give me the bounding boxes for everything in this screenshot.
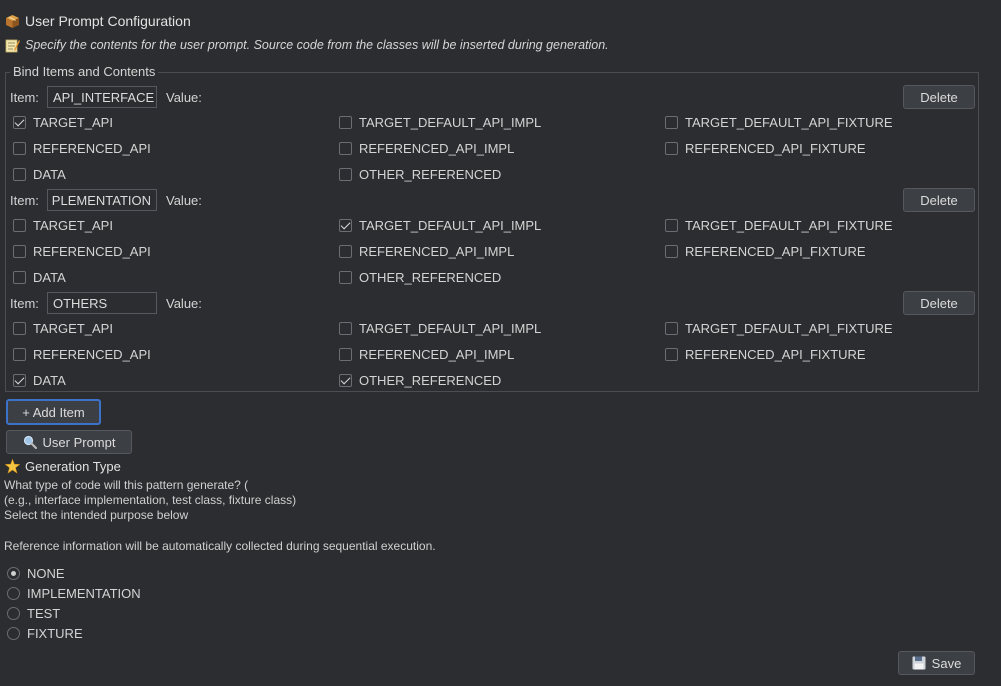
item-label: Item: <box>10 296 39 311</box>
item-name-input[interactable]: OTHERS <box>47 292 157 314</box>
bind-items-legend: Bind Items and Contents <box>10 64 159 79</box>
user-prompt-button[interactable]: User Prompt <box>6 430 132 454</box>
checkbox-data[interactable]: DATA <box>13 166 66 182</box>
page-description-row: Specify the contents for the user prompt… <box>5 36 609 54</box>
checkbox-data[interactable]: DATA <box>13 372 66 388</box>
generation-note: Reference information will be automatica… <box>4 539 436 553</box>
delete-item-button[interactable]: Delete <box>903 85 975 109</box>
memo-icon <box>5 38 20 53</box>
item-name-input[interactable]: API_INTERFACE <box>47 86 157 108</box>
checkbox-target-api[interactable]: TARGET_API <box>13 114 113 130</box>
package-icon <box>5 14 20 29</box>
checkbox-other-referenced[interactable]: OTHER_REFERENCED <box>339 166 501 182</box>
checkbox-referenced-api-impl[interactable]: REFERENCED_API_IMPL <box>339 243 514 259</box>
checkbox-referenced-api[interactable]: REFERENCED_API <box>13 346 151 362</box>
radio-fixture[interactable]: FIXTURE <box>7 625 83 641</box>
page-title: User Prompt Configuration <box>25 13 191 29</box>
checkbox-target-default-api-fixture[interactable]: TARGET_DEFAULT_API_FIXTURE <box>665 217 893 233</box>
value-label: Value: <box>166 90 202 105</box>
checkbox-referenced-api[interactable]: REFERENCED_API <box>13 243 151 259</box>
checkbox-target-default-api-impl[interactable]: TARGET_DEFAULT_API_IMPL <box>339 217 541 233</box>
radio-none[interactable]: NONE <box>7 565 65 581</box>
checkbox-target-default-api-impl[interactable]: TARGET_DEFAULT_API_IMPL <box>339 320 541 336</box>
checkbox-referenced-api-fixture[interactable]: REFERENCED_API_FIXTURE <box>665 243 866 259</box>
floppy-disk-icon <box>912 656 926 670</box>
generation-examples: (e.g., interface implementation, test cl… <box>4 493 297 507</box>
page-title-row: User Prompt Configuration <box>5 12 191 30</box>
generation-question: What type of code will this pattern gene… <box>4 478 249 492</box>
page-description: Specify the contents for the user prompt… <box>25 38 609 52</box>
checkbox-target-default-api-impl[interactable]: TARGET_DEFAULT_API_IMPL <box>339 114 541 130</box>
magnifier-icon <box>23 435 37 450</box>
item-name-input[interactable]: PLEMENTATION <box>47 189 157 211</box>
value-label: Value: <box>166 296 202 311</box>
radio-test[interactable]: TEST <box>7 605 60 621</box>
checkbox-referenced-api-fixture[interactable]: REFERENCED_API_FIXTURE <box>665 346 866 362</box>
checkbox-other-referenced[interactable]: OTHER_REFERENCED <box>339 372 501 388</box>
checkbox-target-default-api-fixture[interactable]: TARGET_DEFAULT_API_FIXTURE <box>665 320 893 336</box>
checkbox-target-api[interactable]: TARGET_API <box>13 217 113 233</box>
save-button[interactable]: Save <box>898 651 975 675</box>
checkbox-target-api[interactable]: TARGET_API <box>13 320 113 336</box>
checkbox-referenced-api-fixture[interactable]: REFERENCED_API_FIXTURE <box>665 140 866 156</box>
delete-item-button[interactable]: Delete <box>903 291 975 315</box>
checkbox-referenced-api-impl[interactable]: REFERENCED_API_IMPL <box>339 140 514 156</box>
checkbox-target-default-api-fixture[interactable]: TARGET_DEFAULT_API_FIXTURE <box>665 114 893 130</box>
generation-type-title: Generation Type <box>25 458 121 474</box>
item-label: Item: <box>10 90 39 105</box>
delete-item-button[interactable]: Delete <box>903 188 975 212</box>
generation-instruction: Select the intended purpose below <box>4 508 189 522</box>
value-label: Value: <box>166 193 202 208</box>
checkbox-other-referenced[interactable]: OTHER_REFERENCED <box>339 269 501 285</box>
checkbox-referenced-api-impl[interactable]: REFERENCED_API_IMPL <box>339 346 514 362</box>
checkbox-referenced-api[interactable]: REFERENCED_API <box>13 140 151 156</box>
checkbox-data[interactable]: DATA <box>13 269 66 285</box>
radio-implementation[interactable]: IMPLEMENTATION <box>7 585 141 601</box>
item-label: Item: <box>10 193 39 208</box>
generation-type-header: Generation Type <box>4 457 121 475</box>
add-item-button[interactable]: + Add Item <box>6 399 101 425</box>
star-icon <box>4 458 21 474</box>
